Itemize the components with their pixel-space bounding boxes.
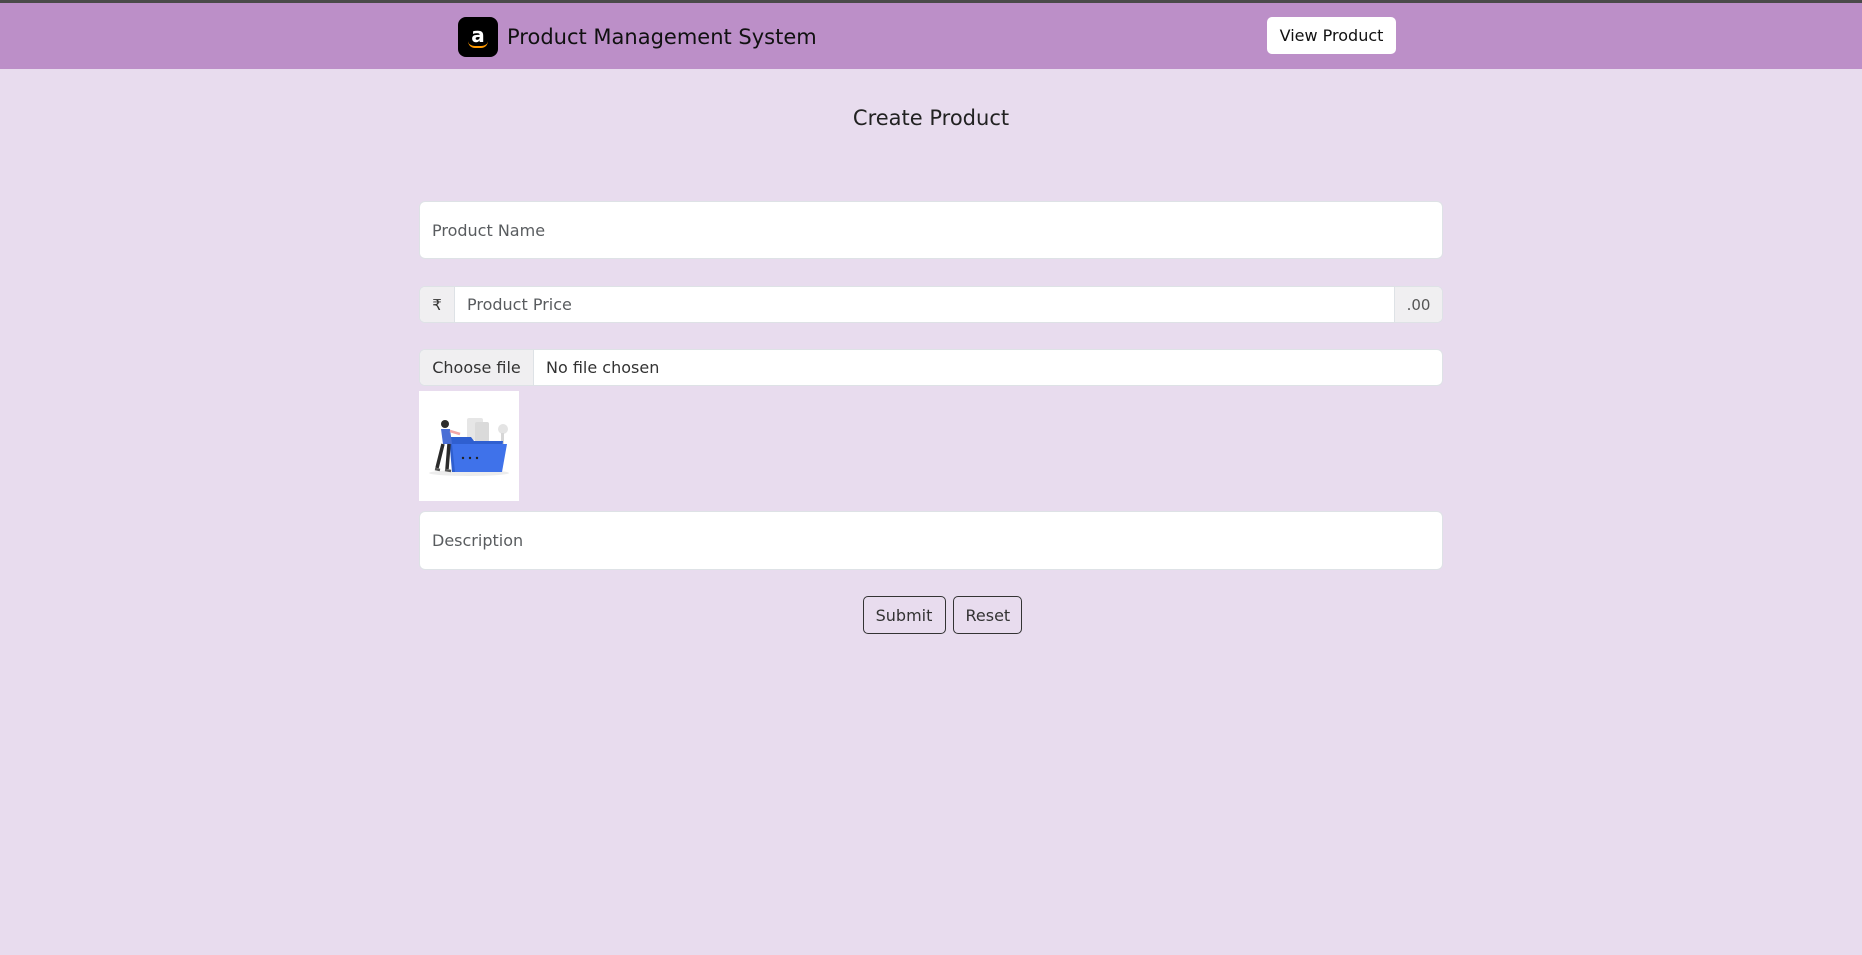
product-image-file-input[interactable]: Choose file No file chosen — [419, 349, 1443, 386]
brand-title: Product Management System — [507, 25, 817, 49]
navbar: a Product Management System View Product — [0, 3, 1862, 69]
rupee-currency-icon: ₹ — [420, 287, 455, 322]
reset-button[interactable]: Reset — [952, 596, 1022, 634]
logo-smile — [468, 41, 488, 48]
form-actions: Submit Reset — [0, 596, 1862, 634]
submit-button[interactable]: Submit — [862, 596, 946, 634]
view-product-button[interactable]: View Product — [1267, 17, 1396, 54]
product-price-input[interactable] — [455, 287, 1394, 322]
file-status-text: No file chosen — [546, 358, 660, 377]
product-name-input[interactable] — [419, 201, 1443, 259]
amazon-logo-icon: a — [458, 17, 498, 57]
choose-file-button[interactable]: Choose file — [420, 350, 534, 385]
brand[interactable]: a Product Management System — [458, 17, 817, 57]
product-price-group: ₹ .00 — [419, 286, 1443, 323]
page-title: Create Product — [852, 106, 1010, 130]
image-preview — [419, 391, 519, 501]
folder-illustration-icon — [429, 418, 509, 476]
description-input[interactable] — [419, 511, 1443, 570]
price-decimal-suffix: .00 — [1394, 287, 1442, 322]
